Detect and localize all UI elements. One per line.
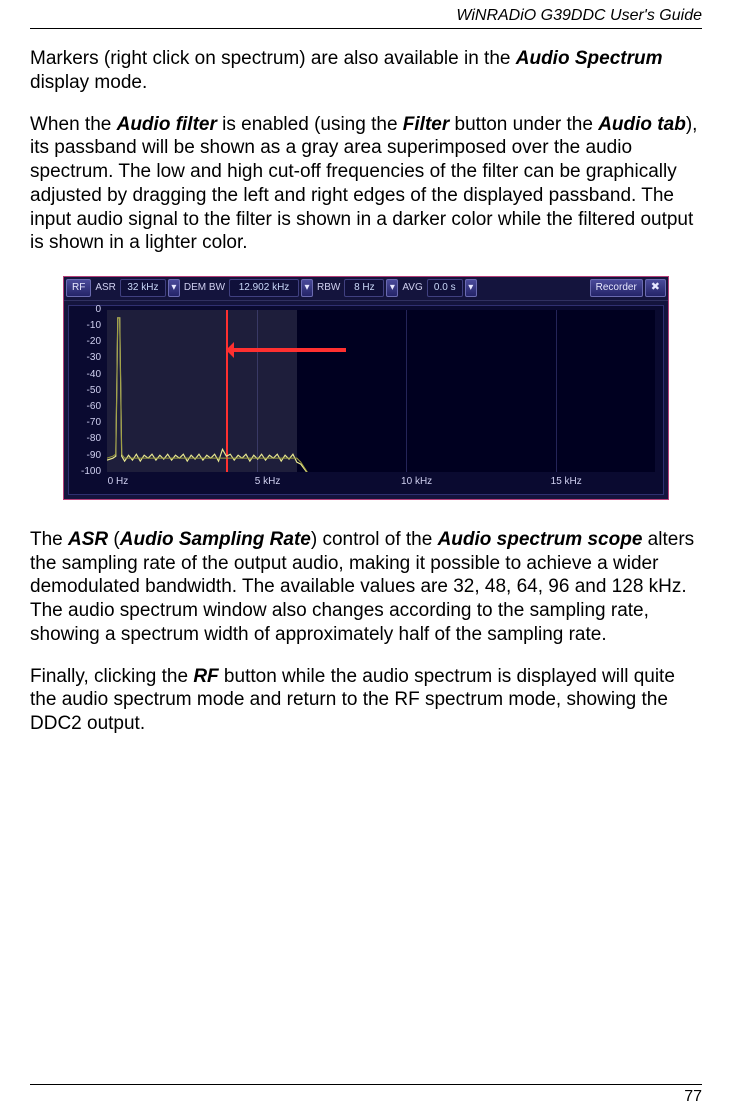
plot-area[interactable] [107, 310, 655, 472]
paragraph-audio-filter: When the Audio filter is enabled (using … [30, 113, 702, 256]
recorder-button[interactable]: Recorder [590, 279, 643, 297]
dembw-value[interactable]: 12.902 kHz [229, 279, 299, 297]
term-audio-spectrum-scope: Audio spectrum scope [438, 529, 643, 550]
text: display mode. [30, 72, 147, 93]
avg-dropdown-icon[interactable]: ▾ [465, 279, 477, 297]
dembw-dropdown-icon[interactable]: ▾ [301, 279, 313, 297]
spectrum-plot[interactable]: 4.000 kHz [ -86 dB] 0 -10 -20 -30 -40 -5… [68, 305, 664, 495]
text: When the [30, 114, 117, 135]
settings-icon[interactable]: ✖ [645, 279, 666, 297]
page-number: 77 [684, 1087, 702, 1107]
y-tick: -30 [87, 352, 101, 365]
rbw-label: RBW [315, 282, 342, 295]
spectrum-toolbar: RF ASR 32 kHz ▾ DEM BW 12.902 kHz ▾ RBW … [64, 277, 668, 301]
text: button under the [449, 114, 598, 135]
header-rule [30, 28, 702, 29]
term-asr: ASR [68, 529, 108, 550]
text: Finally, clicking the [30, 666, 193, 687]
x-axis: 0 Hz 5 kHz 10 kHz 15 kHz [107, 476, 655, 492]
paragraph-markers: Markers (right click on spectrum) are al… [30, 47, 702, 95]
paragraph-asr: The ASR (Audio Sampling Rate) control of… [30, 528, 702, 647]
text: Markers (right click on spectrum) are al… [30, 48, 516, 69]
spectrum-trace [107, 310, 655, 472]
term-audio-sampling-rate: Audio Sampling Rate [120, 529, 311, 550]
avg-value[interactable]: 0.0 s [427, 279, 463, 297]
rbw-dropdown-icon[interactable]: ▾ [386, 279, 398, 297]
paragraph-rf: Finally, clicking the RF button while th… [30, 665, 702, 736]
asr-label: ASR [93, 282, 118, 295]
figure-wrap: RF ASR 32 kHz ▾ DEM BW 12.902 kHz ▾ RBW … [30, 273, 702, 500]
y-tick: -20 [87, 336, 101, 349]
x-tick: 15 kHz [551, 476, 582, 489]
footer-rule [30, 1084, 702, 1085]
y-tick: -70 [87, 417, 101, 430]
text: ) control of the [311, 529, 438, 550]
avg-label: AVG [400, 282, 424, 295]
text: ( [108, 529, 120, 550]
y-tick: -60 [87, 401, 101, 414]
term-rf: RF [193, 666, 218, 687]
rbw-value[interactable]: 8 Hz [344, 279, 384, 297]
rf-button[interactable]: RF [66, 279, 91, 297]
x-tick: 10 kHz [401, 476, 432, 489]
audio-spectrum-figure: RF ASR 32 kHz ▾ DEM BW 12.902 kHz ▾ RBW … [63, 276, 669, 500]
y-tick: -40 [87, 368, 101, 381]
term-audio-spectrum: Audio Spectrum [516, 48, 663, 69]
y-tick: -80 [87, 433, 101, 446]
y-tick: 0 [95, 304, 101, 317]
page-header: WiNRADiO G39DDC User's Guide [30, 0, 702, 26]
term-audio-tab: Audio tab [598, 114, 686, 135]
x-tick: 5 kHz [255, 476, 281, 489]
asr-dropdown-icon[interactable]: ▾ [168, 279, 180, 297]
text: The [30, 529, 68, 550]
dembw-label: DEM BW [182, 282, 227, 295]
text: is enabled (using the [217, 114, 403, 135]
asr-value[interactable]: 32 kHz [120, 279, 166, 297]
y-axis: 0 -10 -20 -30 -40 -50 -60 -70 -80 -90 -1… [69, 310, 103, 472]
y-tick: -90 [87, 449, 101, 462]
term-audio-filter: Audio filter [117, 114, 217, 135]
y-tick: -10 [87, 320, 101, 333]
term-filter: Filter [403, 114, 449, 135]
y-tick: -50 [87, 385, 101, 398]
x-tick: 0 Hz [108, 476, 129, 489]
y-tick: -100 [81, 466, 101, 479]
